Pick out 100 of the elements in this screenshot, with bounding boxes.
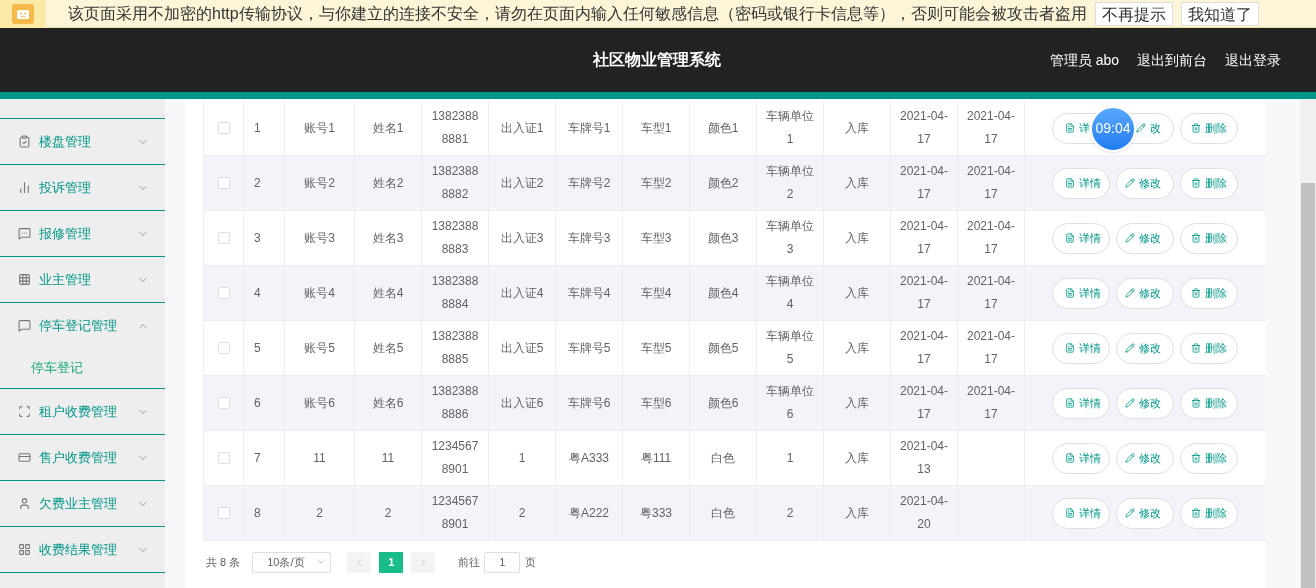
- pass-cell-text: 出入证1: [500, 119, 544, 137]
- model-cell-text: 车型6: [640, 394, 672, 412]
- plate-cell-text: 粤A222: [569, 504, 609, 522]
- document-icon: [1065, 123, 1075, 133]
- delete-button[interactable]: 删除: [1180, 497, 1238, 529]
- delete-button[interactable]: 删除: [1180, 442, 1238, 474]
- sidebar-item[interactable]: 业主管理: [0, 257, 165, 302]
- color-cell-text: 白色: [711, 449, 735, 467]
- pencil-icon: [1125, 453, 1135, 463]
- menu-icon: [18, 181, 31, 194]
- unit-cell-text: 2: [786, 504, 794, 522]
- row-number: 4: [254, 284, 261, 302]
- plate-cell-text: 车牌号2: [567, 174, 611, 192]
- header-link[interactable]: 退出登录: [1225, 49, 1281, 71]
- detail-button[interactable]: 详情: [1052, 277, 1110, 309]
- header-link[interactable]: 退出到前台: [1137, 49, 1207, 71]
- sidebar-item[interactable]: 售户收费管理: [0, 435, 165, 480]
- edit-button[interactable]: 修改: [1116, 332, 1174, 364]
- row-checkbox[interactable]: [217, 342, 230, 354]
- detail-button[interactable]: 详情: [1052, 387, 1110, 419]
- plate-cell-text: 车牌号4: [567, 284, 611, 302]
- delete-button[interactable]: 删除: [1180, 112, 1238, 144]
- account-cell-text: 账号3: [304, 229, 335, 247]
- header-link[interactable]: 管理员 abo: [1049, 49, 1119, 71]
- delete-button[interactable]: 删除: [1180, 277, 1238, 309]
- unit-cell-text: 车辆单位3: [766, 218, 814, 258]
- phone-cell-text: 13823888885: [431, 328, 479, 368]
- date-cell-text: 2021-04-17: [966, 328, 1015, 368]
- phone-cell-text: 13823888882: [431, 163, 479, 203]
- edit-button[interactable]: 修改: [1116, 277, 1174, 309]
- account-cell-text: 账号2: [304, 174, 335, 192]
- phone-cell-text: 12345678901: [431, 438, 479, 478]
- pencil-icon: [1125, 398, 1135, 408]
- detail-button[interactable]: 详情: [1052, 222, 1110, 254]
- account-cell-text: 账号5: [304, 339, 335, 357]
- prev-page-button[interactable]: [347, 551, 372, 573]
- notice-button[interactable]: 不再提示: [1094, 1, 1173, 26]
- pass-cell-text: 出入证2: [500, 174, 544, 192]
- document-icon: [1065, 508, 1075, 518]
- pass-cell-text: 出入证4: [500, 284, 544, 302]
- phone-cell-text: 13823888886: [431, 383, 479, 423]
- delete-button[interactable]: 删除: [1180, 222, 1238, 254]
- sidebar-item[interactable]: 投诉管理: [0, 165, 165, 210]
- row-checkbox[interactable]: [217, 177, 230, 189]
- pencil-icon: [1125, 508, 1135, 518]
- date-cell-text: 2021-04-17: [966, 273, 1015, 313]
- date-cell-text: 2021-04-17: [899, 383, 948, 423]
- row-checkbox[interactable]: [217, 397, 230, 409]
- edit-button[interactable]: 修改: [1116, 167, 1174, 199]
- pencil-icon: [1125, 233, 1135, 243]
- page-number[interactable]: 1: [379, 551, 404, 573]
- goto-label: 前往: [458, 554, 481, 570]
- goto-page-field[interactable]: 1: [484, 551, 521, 573]
- sidebar-item[interactable]: 停车登记管理: [0, 303, 165, 348]
- sidebar-item[interactable]: 租户收费管理: [0, 389, 165, 434]
- unit-cell-text: 1: [786, 449, 794, 467]
- name-cell-text: 姓名3: [372, 229, 404, 247]
- row-checkbox[interactable]: [217, 122, 230, 134]
- model-cell-text: 车型1: [640, 119, 672, 137]
- row-checkbox[interactable]: [217, 452, 230, 464]
- sidebar-item[interactable]: 报修管理: [0, 211, 165, 256]
- delete-button[interactable]: 删除: [1180, 387, 1238, 419]
- page-size-select[interactable]: 10条/页: [252, 551, 332, 573]
- scrollbar-thumb[interactable]: [1301, 183, 1315, 588]
- next-page-button[interactable]: [411, 551, 436, 573]
- sidebar-subitem[interactable]: 停车登记: [0, 348, 165, 388]
- clock-toast[interactable]: 09:04: [1090, 105, 1136, 152]
- document-icon: [1065, 343, 1075, 353]
- row-checkbox[interactable]: [217, 287, 230, 299]
- detail-button[interactable]: 详情: [1052, 332, 1110, 364]
- delete-button[interactable]: 删除: [1180, 332, 1238, 364]
- sidebar-item[interactable]: 收费结果管理: [0, 527, 165, 572]
- plate-cell-text: 粤A333: [569, 449, 609, 467]
- notice-button[interactable]: 我知道了: [1180, 1, 1259, 26]
- edit-button[interactable]: 修改: [1116, 222, 1174, 254]
- menu-icon: [18, 273, 31, 286]
- sidebar-item[interactable]: 欠费业主管理: [0, 481, 165, 526]
- color-cell-text: 颜色1: [707, 119, 739, 137]
- delete-button[interactable]: 删除: [1180, 167, 1238, 199]
- row-checkbox[interactable]: [217, 232, 230, 244]
- plate-cell-text: 车牌号1: [567, 119, 611, 137]
- sidebar-item[interactable]: 楼盘管理: [0, 119, 165, 164]
- trash-icon: [1191, 178, 1201, 188]
- edit-button[interactable]: 修改: [1116, 387, 1174, 419]
- row-checkbox[interactable]: [217, 507, 230, 519]
- name-cell-text: 姓名2: [372, 174, 404, 192]
- detail-button[interactable]: 详情: [1052, 497, 1110, 529]
- trash-icon: [1191, 398, 1201, 408]
- menu-icon: [18, 543, 31, 556]
- row-number: 6: [254, 394, 261, 412]
- detail-button[interactable]: 详情: [1052, 442, 1110, 474]
- unit-cell-text: 车辆单位4: [766, 273, 814, 313]
- date-cell-text: 2021-04-17: [899, 163, 948, 203]
- edit-button[interactable]: 修改: [1116, 497, 1174, 529]
- detail-button[interactable]: 详情: [1052, 167, 1110, 199]
- trash-icon: [1191, 123, 1201, 133]
- edit-button[interactable]: 修改: [1116, 442, 1174, 474]
- pencil-icon: [1125, 288, 1135, 298]
- total-count: 共 8 条: [206, 554, 241, 570]
- date-cell-text: 2021-04-17: [966, 383, 1015, 423]
